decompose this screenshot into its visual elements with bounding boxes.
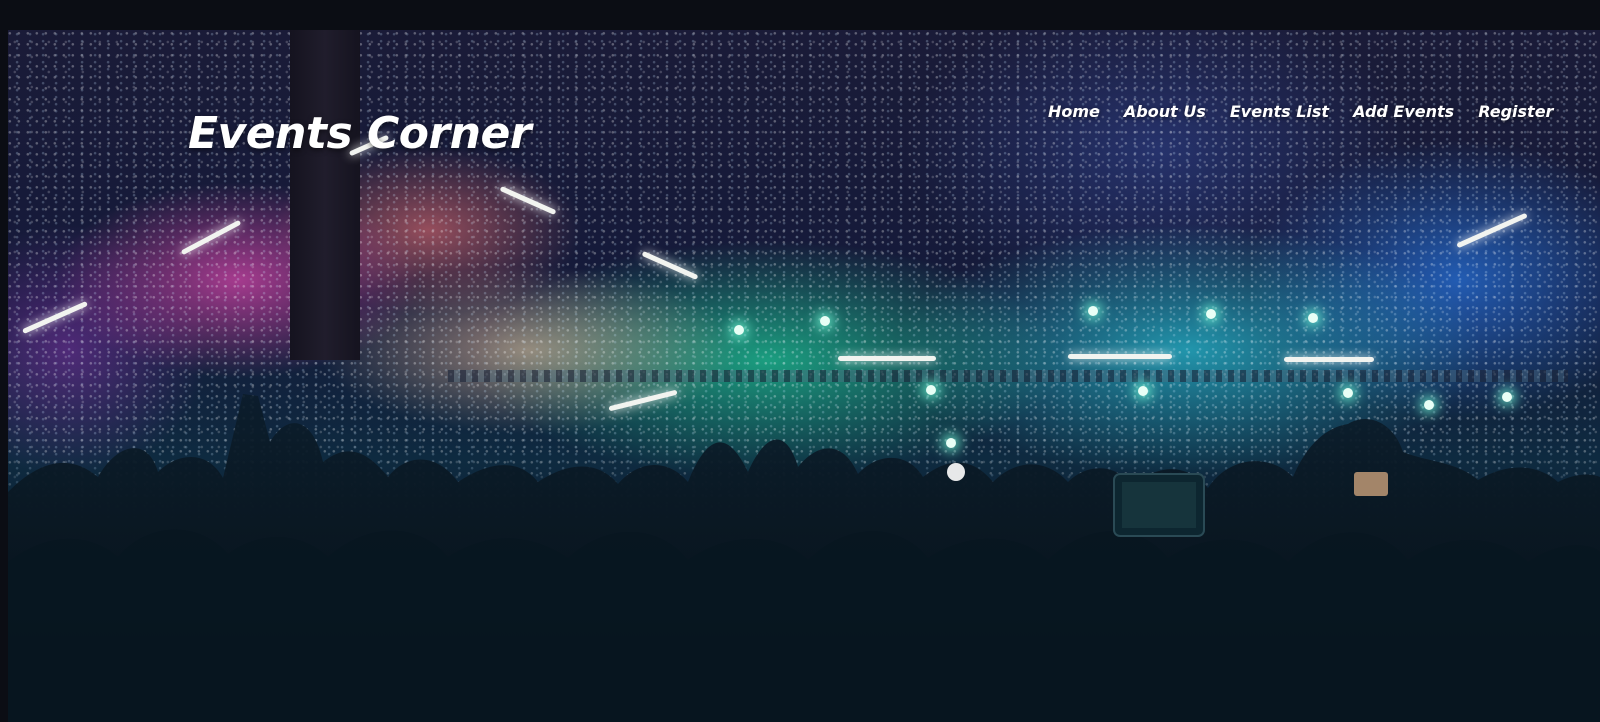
nav-home-link[interactable]: Home	[1048, 102, 1100, 121]
hero-banner: Events Corner Home About Us Events List …	[8, 30, 1600, 722]
nav-add-events-link[interactable]: Add Events	[1353, 102, 1454, 121]
nav-about-us-link[interactable]: About Us	[1124, 102, 1206, 121]
stage-spotlight	[1308, 313, 1318, 323]
nav-events-list-link[interactable]: Events List	[1230, 102, 1329, 121]
stage-light-beam	[1068, 354, 1172, 359]
stage-speaker-tower	[290, 30, 360, 360]
stage-light-beam	[838, 356, 936, 361]
main-nav: Home About Us Events List Add Events Reg…	[1048, 102, 1553, 121]
site-title[interactable]: Events Corner	[188, 108, 532, 159]
stage-spotlight	[820, 316, 830, 326]
stage-spotlight	[1206, 309, 1216, 319]
stage-spotlight	[1088, 306, 1098, 316]
stage-light-beam	[1284, 357, 1374, 362]
stage-truss	[448, 370, 1568, 382]
nav-register-link[interactable]: Register	[1478, 102, 1553, 121]
stage-spotlight	[734, 325, 744, 335]
browser-screen: Events Corner Home About Us Events List …	[0, 0, 1600, 722]
crowd-silhouette	[8, 394, 1600, 722]
